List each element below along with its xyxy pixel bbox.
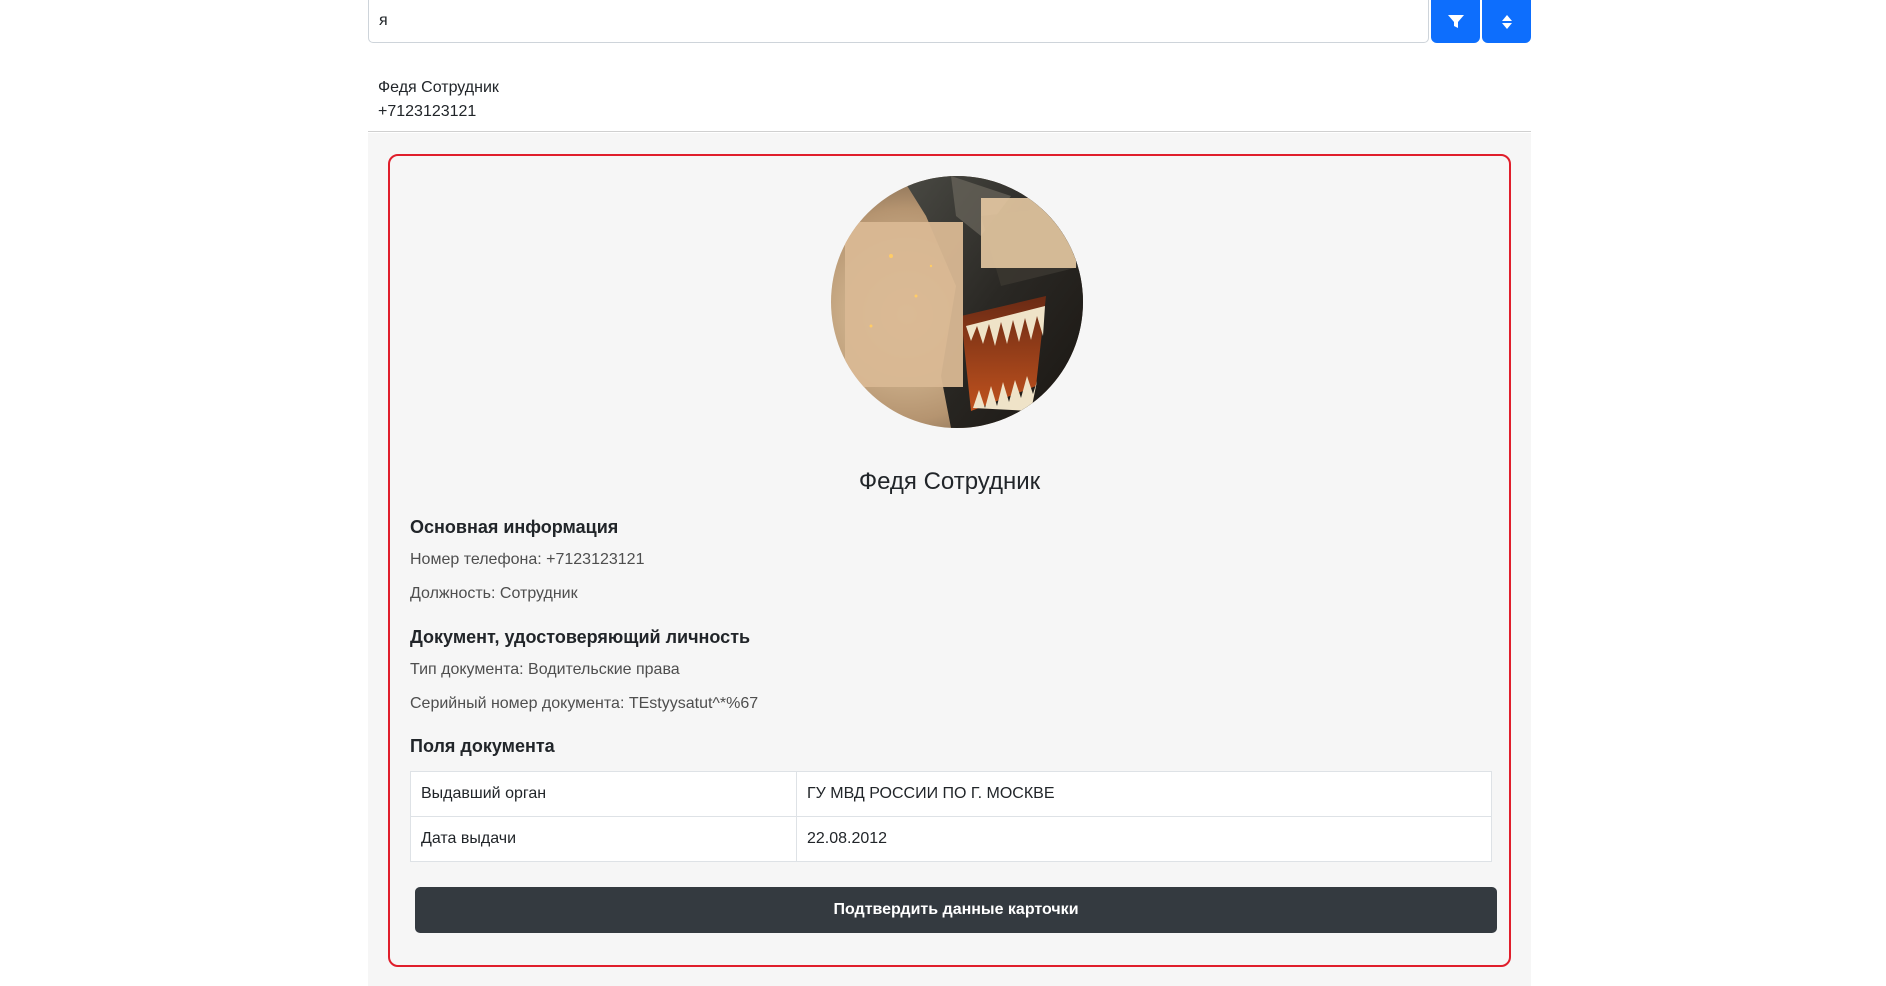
phone-info: Номер телефона: +7123123121 bbox=[410, 551, 645, 568]
identity-doc-heading: Документ, удостоверяющий личность bbox=[410, 627, 751, 647]
filter-icon bbox=[1447, 14, 1464, 28]
search-input[interactable] bbox=[368, 0, 1429, 43]
details-panel: Федя Сотрудник Основная информация Номер… bbox=[368, 133, 1531, 986]
doc-type-info: Тип документа: Водительские права bbox=[410, 661, 680, 678]
basic-info-heading: Основная информация bbox=[410, 517, 619, 537]
doc-serial-info: Серийный номер документа: TEstyysatut^*%… bbox=[410, 695, 759, 712]
list-item-name: Федя Сотрудник bbox=[378, 79, 499, 96]
list-item-phone: +7123123121 bbox=[378, 103, 477, 120]
field-label: Выдавший орган bbox=[410, 771, 797, 817]
position-info: Должность: Сотрудник bbox=[410, 585, 578, 602]
table-row: Выдавший орган ГУ МВД РОССИИ ПО Г. МОСКВ… bbox=[410, 771, 1492, 817]
employee-card: Федя Сотрудник Основная информация Номер… bbox=[388, 154, 1511, 967]
search-bar bbox=[368, 0, 1531, 44]
table-row: Дата выдачи 22.08.2012 bbox=[410, 816, 1492, 862]
confirm-card-button[interactable]: Подтвердить данные карточки bbox=[415, 887, 1497, 933]
avatar-image bbox=[831, 176, 1083, 428]
filter-button[interactable] bbox=[1431, 0, 1480, 43]
sort-button[interactable] bbox=[1482, 0, 1531, 43]
sort-icon bbox=[1501, 14, 1512, 29]
list-item[interactable]: Федя Сотрудник +7123123121 bbox=[368, 66, 1531, 132]
avatar bbox=[831, 176, 1083, 428]
card-title: Федя Сотрудник bbox=[858, 468, 1041, 495]
field-value: ГУ МВД РОССИИ ПО Г. МОСКВЕ bbox=[796, 771, 1492, 817]
doc-fields-table: Выдавший орган ГУ МВД РОССИИ ПО Г. МОСКВ… bbox=[410, 771, 1492, 862]
doc-fields-heading: Поля документа bbox=[410, 736, 555, 756]
field-label: Дата выдачи bbox=[410, 816, 797, 862]
field-value: 22.08.2012 bbox=[796, 816, 1492, 862]
